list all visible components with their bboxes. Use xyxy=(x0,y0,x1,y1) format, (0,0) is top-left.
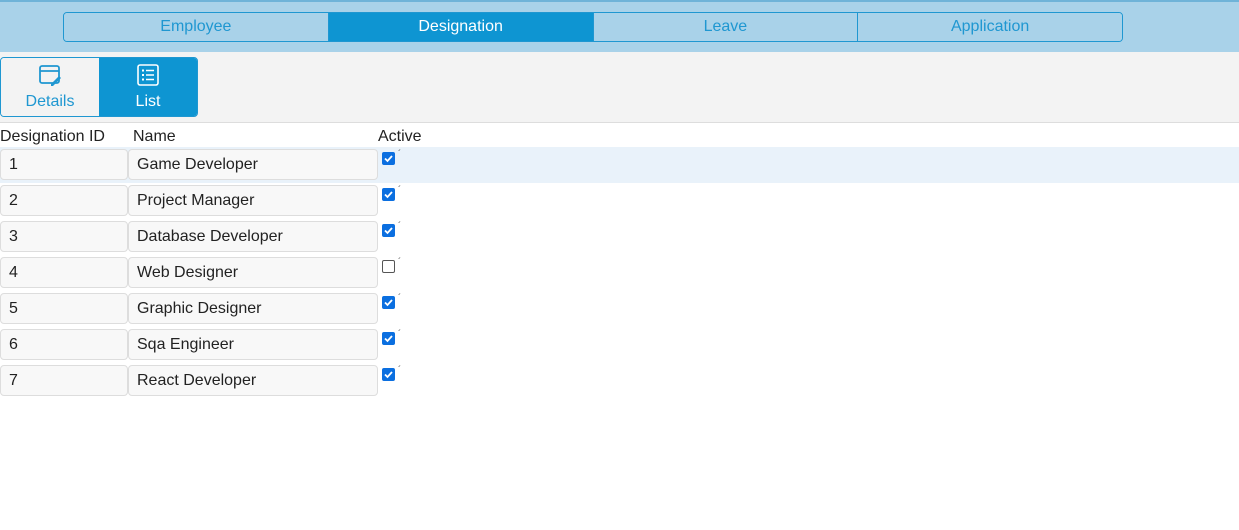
tab-application[interactable]: Application xyxy=(858,13,1122,41)
tab-leave[interactable]: Leave xyxy=(593,13,859,41)
designation-name-cell[interactable]: Graphic Designer xyxy=(128,293,378,324)
designation-id-cell[interactable]: 4 xyxy=(0,257,128,288)
designation-name-cell[interactable]: Sqa Engineer xyxy=(128,329,378,360)
table-row[interactable]: 4 Web Designer ´ xyxy=(0,255,1239,291)
designation-name-cell[interactable]: Game Developer xyxy=(128,149,378,180)
tab-employee[interactable]: Employee xyxy=(64,13,329,41)
details-button[interactable]: Details xyxy=(1,58,99,116)
designation-id-cell[interactable]: 7 xyxy=(0,365,128,396)
active-checkbox[interactable] xyxy=(382,368,395,381)
row-suffix-mark: ´ xyxy=(398,185,402,196)
row-suffix-mark: ´ xyxy=(398,149,402,160)
details-label: Details xyxy=(25,93,75,110)
designation-table: Designation ID Name Active 1 Game Develop… xyxy=(0,124,1239,399)
designation-name-cell[interactable]: Web Designer xyxy=(128,257,378,288)
row-suffix-mark: ´ xyxy=(398,221,402,232)
list-button[interactable]: List xyxy=(99,58,197,116)
active-checkbox[interactable] xyxy=(382,260,395,273)
main-tabs: Employee Designation Leave Application xyxy=(63,12,1123,42)
row-suffix-mark: ´ xyxy=(398,329,402,340)
row-suffix-mark: ´ xyxy=(398,293,402,304)
designation-id-cell[interactable]: 3 xyxy=(0,221,128,252)
table-row[interactable]: 2 Project Manager ´ xyxy=(0,183,1239,219)
designation-id-cell[interactable]: 1 xyxy=(0,149,128,180)
active-checkbox[interactable] xyxy=(382,152,395,165)
designation-name-cell[interactable]: Database Developer xyxy=(128,221,378,252)
list-label: List xyxy=(135,93,161,110)
table-row[interactable]: 6 Sqa Engineer ´ xyxy=(0,327,1239,363)
column-header-id: Designation ID xyxy=(0,128,105,145)
active-checkbox[interactable] xyxy=(382,332,395,345)
view-toolbar: Details List xyxy=(0,52,1239,123)
column-header-active: Active xyxy=(378,128,422,145)
table-row[interactable]: 3 Database Developer ´ xyxy=(0,219,1239,255)
designation-id-cell[interactable]: 6 xyxy=(0,329,128,360)
column-header-name: Name xyxy=(133,128,176,145)
active-checkbox[interactable] xyxy=(382,188,395,201)
table-body: 1 Game Developer ´ 2 Project Manager ´ 3 Databa… xyxy=(0,147,1239,399)
designation-id-cell[interactable]: 2 xyxy=(0,185,128,216)
tab-designation[interactable]: Designation xyxy=(328,13,594,41)
table-row[interactable]: 5 Graphic Designer ´ xyxy=(0,291,1239,327)
row-suffix-mark: ´ xyxy=(398,257,402,268)
list-icon xyxy=(137,64,159,86)
designation-id-cell[interactable]: 5 xyxy=(0,293,128,324)
window-edit-icon xyxy=(39,65,61,86)
designation-name-cell[interactable]: Project Manager xyxy=(128,185,378,216)
view-mode-switch: Details List xyxy=(0,57,198,117)
table-row[interactable]: 1 Game Developer ´ xyxy=(0,147,1239,183)
active-checkbox[interactable] xyxy=(382,296,395,309)
table-header: Designation ID Name Active xyxy=(0,124,1239,147)
row-suffix-mark: ´ xyxy=(398,365,402,376)
active-checkbox[interactable] xyxy=(382,224,395,237)
top-nav-bar: Employee Designation Leave Application xyxy=(0,0,1239,52)
table-row[interactable]: 7 React Developer ´ xyxy=(0,363,1239,399)
designation-name-cell[interactable]: React Developer xyxy=(128,365,378,396)
